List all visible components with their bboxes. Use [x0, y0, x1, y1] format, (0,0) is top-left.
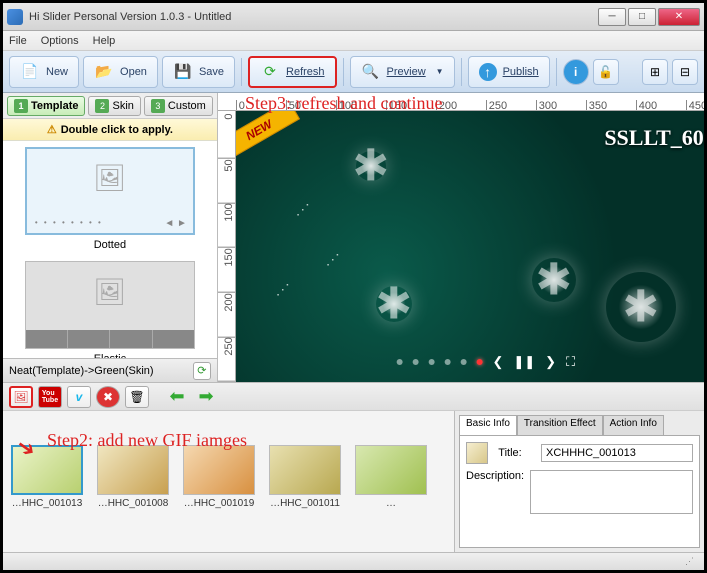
open-button[interactable]: 📂Open: [83, 56, 158, 88]
app-icon: [7, 9, 23, 25]
menu-file[interactable]: File: [9, 35, 27, 47]
tab-action[interactable]: Action Info: [603, 415, 664, 435]
lock-button[interactable]: 🔓: [593, 59, 619, 85]
file-icon: 📄: [20, 62, 40, 82]
desc-label: Description:: [466, 470, 524, 482]
clear-button[interactable]: 🗑: [125, 386, 149, 408]
add-image-button[interactable]: 🖼: [9, 386, 33, 408]
template-list[interactable]: 🖼• • • • • • • •◄ ► Dotted 🖼 Elastic: [3, 141, 217, 358]
properties-panel: Basic Info Transition Effect Action Info…: [454, 411, 704, 552]
tab-custom[interactable]: 3Custom: [144, 96, 213, 116]
info-button[interactable]: i: [563, 59, 589, 85]
template-item[interactable]: 🖼 Elastic: [9, 261, 211, 358]
preview-button[interactable]: 🔍Preview▼: [350, 56, 455, 88]
bottom-toolbar: 🖼 YouTube v ✖ 🗑 ⬅ ➡: [3, 383, 704, 411]
desc-input[interactable]: [530, 470, 693, 514]
template-label: Dotted: [9, 239, 211, 251]
nav-dot[interactable]: [428, 359, 434, 365]
magnify-icon: 🔍: [361, 62, 381, 82]
template-item[interactable]: 🖼• • • • • • • •◄ ► Dotted: [9, 147, 211, 251]
new-badge: NEW: [236, 111, 300, 160]
thumbnail[interactable]: …: [355, 445, 427, 546]
resize-grip[interactable]: ⋰: [685, 556, 696, 567]
pause-icon[interactable]: ❚❚: [513, 354, 535, 370]
nav-dot[interactable]: [460, 359, 466, 365]
close-button[interactable]: ✕: [658, 8, 700, 26]
nav-dot-active[interactable]: [476, 359, 482, 365]
folder-icon: 📂: [94, 62, 114, 82]
toolbar: 📄New 📂Open 💾Save ⟳Refresh 🔍Preview▼ ↑Pub…: [3, 51, 704, 93]
thumbnail[interactable]: …HHC_001011: [269, 445, 341, 546]
maximize-button[interactable]: □: [628, 8, 656, 26]
expand-button[interactable]: ⊞: [642, 59, 668, 85]
nav-dot[interactable]: [396, 359, 402, 365]
tab-transition[interactable]: Transition Effect: [517, 415, 603, 435]
new-button[interactable]: 📄New: [9, 56, 79, 88]
preview-canvas[interactable]: NEW SSLLT_6017 ⋰ ⋰ ⋰: [236, 111, 704, 382]
hint-bar: ⚠Double click to apply.: [3, 119, 217, 141]
nav-dot[interactable]: [412, 359, 418, 365]
template-skin-status: Neat(Template)->Green(Skin): [9, 365, 154, 377]
nav-dot[interactable]: [444, 359, 450, 365]
minimize-button[interactable]: ─: [598, 8, 626, 26]
collapse-button[interactable]: ⊟: [672, 59, 698, 85]
menu-help[interactable]: Help: [93, 35, 116, 47]
save-icon: 💾: [173, 62, 193, 82]
prev-icon[interactable]: ❮: [492, 354, 503, 370]
publish-button[interactable]: ↑Publish: [468, 56, 550, 88]
thumbnail[interactable]: …HHC_001008: [97, 445, 169, 546]
delete-button[interactable]: ✖: [96, 386, 120, 408]
left-status: Neat(Template)->Green(Skin) ⟳: [3, 358, 217, 382]
tab-basic-info[interactable]: Basic Info: [459, 415, 517, 435]
refresh-templates-button[interactable]: ⟳: [193, 362, 211, 380]
menu-options[interactable]: Options: [41, 35, 79, 47]
thumbnail-strip[interactable]: …HHC_001013 …HHC_001008 …HHC_001019 …HHC…: [3, 411, 454, 552]
youtube-button[interactable]: YouTube: [38, 386, 62, 408]
slider-nav: ❮ ❚❚ ❯ ⛶: [396, 354, 575, 370]
title-input[interactable]: [541, 444, 693, 462]
left-panel: 1Template 2Skin 3Custom ⚠Double click to…: [3, 93, 218, 382]
vimeo-button[interactable]: v: [67, 386, 91, 408]
statusbar: ⋰: [3, 552, 704, 570]
next-image-button[interactable]: ➡: [194, 386, 218, 408]
watermark: SSLLT_6017: [604, 125, 704, 151]
next-icon[interactable]: ❯: [545, 354, 556, 370]
window-title: Hi Slider Personal Version 1.0.3 - Untit…: [29, 11, 596, 23]
property-thumb: [466, 442, 488, 464]
save-button[interactable]: 💾Save: [162, 56, 235, 88]
thumbnail[interactable]: …HHC_001019: [183, 445, 255, 546]
prev-image-button[interactable]: ⬅: [165, 386, 189, 408]
fullscreen-icon[interactable]: ⛶: [566, 354, 575, 370]
refresh-icon: ⟳: [260, 62, 280, 82]
title-label: Title:: [498, 447, 535, 459]
ruler-horizontal: 050100150200250300350400450: [218, 93, 704, 111]
tab-skin[interactable]: 2Skin: [88, 96, 140, 116]
titlebar: Hi Slider Personal Version 1.0.3 - Untit…: [3, 3, 704, 31]
upload-icon: ↑: [479, 63, 497, 81]
ruler-vertical: 050100150200250: [218, 111, 236, 382]
menubar: File Options Help: [3, 31, 704, 51]
tab-template[interactable]: 1Template: [7, 96, 85, 116]
refresh-button[interactable]: ⟳Refresh: [248, 56, 337, 88]
thumbnail[interactable]: …HHC_001013: [11, 445, 83, 546]
